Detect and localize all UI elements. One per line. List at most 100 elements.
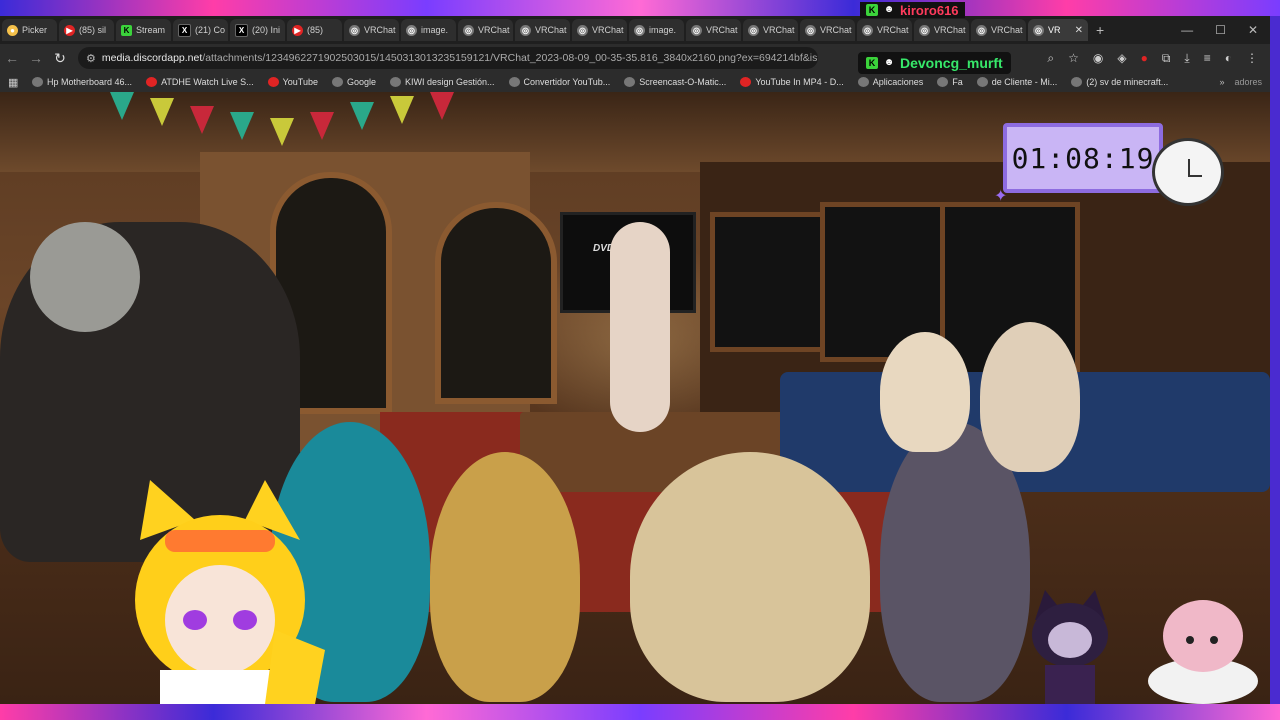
close-window-icon[interactable]: ✕ bbox=[1248, 23, 1258, 37]
bookmark-label: Screencast-O-Matic... bbox=[639, 77, 727, 87]
bookmark-label: Convertidor YouTub... bbox=[523, 77, 611, 87]
browser-tab[interactable]: ◎ VRChat bbox=[800, 19, 855, 41]
apps-grid-icon[interactable]: ▦ bbox=[8, 76, 20, 89]
sparkle-icon: ✦ bbox=[994, 188, 1008, 205]
browser-tab[interactable]: ◎ VR ✕ bbox=[1028, 19, 1088, 41]
bookmark-label: (2) sv de minecraft... bbox=[1086, 77, 1169, 87]
bookmark-item[interactable]: Fa bbox=[937, 77, 963, 87]
bookmark-item[interactable]: YouTube bbox=[267, 77, 318, 87]
tab-title: VRChat bbox=[763, 25, 795, 35]
browser-tab[interactable]: ● Picker bbox=[2, 19, 57, 41]
bookmark-star-icon[interactable]: ☆ bbox=[1068, 51, 1079, 65]
extension-icon-3[interactable]: ● bbox=[1141, 51, 1148, 65]
browser-tab[interactable]: X (20) Ini bbox=[230, 19, 285, 41]
browser-tab[interactable]: ◎ VRChat bbox=[743, 19, 798, 41]
browser-tab[interactable]: K Stream bbox=[116, 19, 171, 41]
close-tab-icon[interactable]: ✕ bbox=[1075, 25, 1083, 36]
tab-title: (21) Co bbox=[195, 25, 226, 35]
globe-icon bbox=[937, 77, 949, 87]
chibi-dark-cat-avatar bbox=[1032, 590, 1108, 704]
bookmarks-overflow-icon[interactable]: » bbox=[1219, 77, 1224, 87]
robot-icon: ☻ bbox=[883, 57, 895, 68]
robot-icon: ☻ bbox=[883, 4, 895, 15]
tab-title: VRChat bbox=[877, 25, 909, 35]
tab-title: (20) Ini bbox=[252, 25, 281, 35]
bookmark-item[interactable]: (2) sv de minecraft... bbox=[1071, 77, 1168, 87]
bookmark-item[interactable]: Aplicaciones bbox=[857, 77, 923, 87]
vtuber-fox-avatar bbox=[135, 480, 325, 704]
avatar-blonde-sparkle bbox=[630, 452, 870, 702]
globe-icon: ◎ bbox=[1033, 24, 1044, 36]
menu-kebab-icon[interactable]: ⋮ bbox=[1246, 51, 1258, 65]
globe-icon: ◎ bbox=[349, 24, 360, 36]
browser-tab[interactable]: X (21) Co bbox=[173, 19, 228, 41]
browser-tab[interactable]: ▶ (85) sil bbox=[59, 19, 114, 41]
stream-overlay-right bbox=[1270, 16, 1280, 704]
globe-icon bbox=[976, 77, 988, 87]
bookmark-item[interactable]: ATDHE Watch Live S... bbox=[146, 77, 254, 87]
bookmark-item[interactable]: Convertidor YouTub... bbox=[508, 77, 611, 87]
bookmark-item[interactable]: KIWI design Gestión... bbox=[390, 77, 495, 87]
chatter-badge-1: K ☻ kiroro616 bbox=[860, 2, 965, 18]
browser-tab[interactable]: ◎ VRChat bbox=[344, 19, 399, 41]
globe-icon: ◎ bbox=[976, 24, 987, 36]
tab-title: VR bbox=[1048, 25, 1061, 35]
new-tab-icon[interactable]: + bbox=[1096, 22, 1104, 38]
avatar-blonde-pink bbox=[430, 452, 580, 702]
browser-tab[interactable]: ◎ VRChat bbox=[914, 19, 969, 41]
browser-tab[interactable]: ◎ VRChat bbox=[515, 19, 570, 41]
youtube-icon bbox=[740, 77, 752, 87]
extension-icon-1[interactable]: ◉ bbox=[1093, 51, 1103, 65]
browser-tab[interactable]: ◎ VRChat bbox=[686, 19, 741, 41]
party-flag bbox=[390, 96, 414, 124]
tab-title: VRChat bbox=[592, 25, 624, 35]
forward-icon[interactable]: → bbox=[24, 50, 48, 66]
browser-tab[interactable]: ◎ image. bbox=[629, 19, 684, 41]
bookmark-label: YouTube bbox=[282, 77, 318, 87]
globe-icon bbox=[1071, 77, 1083, 87]
clock-icon bbox=[1152, 138, 1224, 206]
browser-tab[interactable]: ◎ VRChat bbox=[572, 19, 627, 41]
extensions-puzzle-icon[interactable]: ⧉ bbox=[1162, 51, 1171, 66]
globe-icon: ◎ bbox=[919, 24, 930, 36]
reload-icon[interactable]: ↻ bbox=[48, 50, 72, 67]
bookmark-item[interactable]: Screencast-O-Matic... bbox=[624, 77, 726, 87]
tab-title: (85) sil bbox=[79, 25, 107, 35]
kick-icon: K bbox=[121, 24, 132, 36]
browser-tab[interactable]: ▶ (85) bbox=[287, 19, 342, 41]
browser-tab[interactable]: ◎ image. bbox=[401, 19, 456, 41]
globe-icon bbox=[32, 77, 43, 87]
site-info-icon[interactable]: ⚙ bbox=[86, 52, 96, 65]
image-icon: ◎ bbox=[634, 24, 645, 36]
address-bar[interactable]: ⚙ media.discordapp.net /attachments/1234… bbox=[78, 47, 818, 69]
address-host: media.discordapp.net bbox=[101, 52, 203, 64]
chatter-name-1: kiroro616 bbox=[900, 2, 959, 18]
picker-icon: ● bbox=[7, 24, 18, 36]
browser-tab[interactable]: ◎ VRChat bbox=[857, 19, 912, 41]
extension-icon-2[interactable]: ◈ bbox=[1117, 51, 1126, 65]
bookmark-label: KIWI design Gestión... bbox=[405, 77, 495, 87]
bookmark-item[interactable]: YouTube In MP4 - D... bbox=[740, 77, 844, 87]
tab-title: image. bbox=[649, 25, 677, 35]
bookmark-item[interactable]: Hp Motherboard 46... bbox=[32, 77, 132, 87]
avatar-seated-blonde bbox=[880, 332, 970, 452]
globe-icon bbox=[331, 77, 343, 87]
tab-title: VRChat bbox=[934, 25, 966, 35]
globe-icon: ◎ bbox=[862, 24, 873, 36]
download-icon[interactable]: ⤓ bbox=[1184, 51, 1189, 66]
back-icon[interactable]: ← bbox=[0, 50, 24, 66]
profile-avatar-icon[interactable]: ◐ bbox=[1225, 51, 1232, 65]
maximize-icon[interactable]: ☐ bbox=[1215, 23, 1226, 37]
stream-overlay-top bbox=[0, 0, 1280, 16]
arched-window-center bbox=[435, 202, 557, 404]
chibi-pink-avatar bbox=[1148, 600, 1258, 704]
tab-title: VRChat bbox=[991, 25, 1023, 35]
zoom-icon[interactable]: ⌕ bbox=[1047, 51, 1054, 66]
youtube-icon: ▶ bbox=[64, 24, 75, 36]
browser-tab[interactable]: ◎ VRChat bbox=[458, 19, 513, 41]
bookmark-item[interactable]: Google bbox=[331, 77, 376, 87]
bookmark-item[interactable]: de Cliente - Mi... bbox=[976, 77, 1057, 87]
minimize-icon[interactable]: — bbox=[1181, 23, 1193, 37]
browser-tab[interactable]: ◎ VRChat bbox=[971, 19, 1026, 41]
media-icon[interactable]: ≡ bbox=[1204, 51, 1211, 65]
